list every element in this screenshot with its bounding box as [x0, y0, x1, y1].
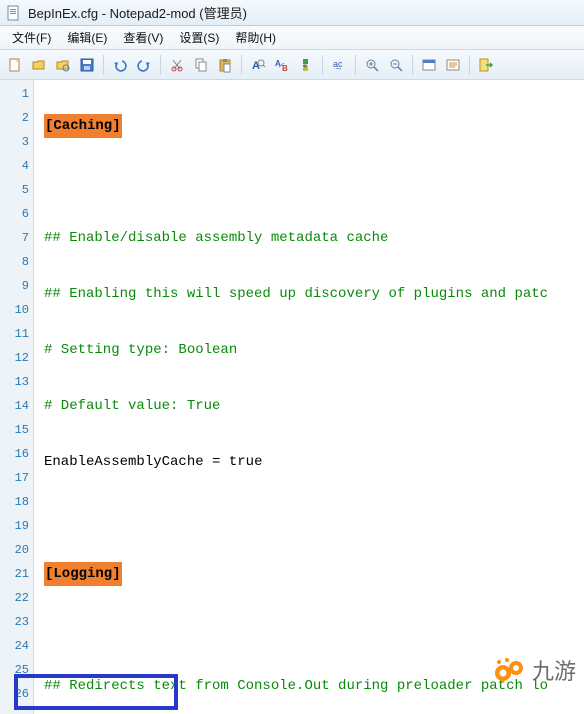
copy-icon[interactable]: [190, 54, 212, 76]
line-number: 3: [0, 130, 33, 154]
line-number: 7: [0, 226, 33, 250]
watermark-text: 九游: [532, 654, 576, 686]
toolbar-separator: [103, 55, 104, 75]
find-icon[interactable]: A: [247, 54, 269, 76]
menu-settings[interactable]: 设置(S): [171, 26, 227, 49]
line-number: 24: [0, 634, 33, 658]
line-number: 11: [0, 322, 33, 346]
save-icon[interactable]: [76, 54, 98, 76]
line-number: 21: [0, 562, 33, 586]
zoom-in-icon[interactable]: [361, 54, 383, 76]
ini-value: true: [229, 454, 263, 470]
line-number: 22: [0, 586, 33, 610]
line-number: 9: [0, 274, 33, 298]
line-number: 16: [0, 442, 33, 466]
line-number: 25: [0, 658, 33, 682]
line-number: 18: [0, 490, 33, 514]
toolbar-separator: [469, 55, 470, 75]
new-file-icon[interactable]: [4, 54, 26, 76]
toolbar-separator: [160, 55, 161, 75]
ini-op: =: [204, 454, 229, 470]
section-header: [Caching]: [44, 114, 122, 138]
code-line[interactable]: ## Enable/disable assembly metadata cach…: [44, 226, 584, 250]
toolbar-separator: [241, 55, 242, 75]
app-icon: [6, 5, 22, 21]
code-line[interactable]: [Caching]: [44, 114, 584, 138]
cut-icon[interactable]: [166, 54, 188, 76]
exit-icon[interactable]: [475, 54, 497, 76]
line-number: 13: [0, 370, 33, 394]
window-title: BepInEx.cfg - Notepad2-mod (管理员): [28, 3, 247, 22]
comment: # Default value: True: [44, 398, 220, 414]
code-line[interactable]: ## Enabling this will speed up discovery…: [44, 282, 584, 306]
line-number: 4: [0, 154, 33, 178]
line-number: 14: [0, 394, 33, 418]
menubar: 文件(F) 编辑(E) 查看(V) 设置(S) 帮助(H): [0, 26, 584, 50]
line-number: 8: [0, 250, 33, 274]
comment: # Setting type: Boolean: [44, 342, 237, 358]
watermark-logo-icon: [492, 656, 526, 684]
comment: ## Enabling this will speed up discovery…: [44, 286, 548, 302]
replace-icon[interactable]: AB: [271, 54, 293, 76]
editor[interactable]: 1 2 3 4 5 6 7 8 9 10 11 12 13 14 15 16 1…: [0, 80, 584, 714]
line-number-gutter: 1 2 3 4 5 6 7 8 9 10 11 12 13 14 15 16 1…: [0, 80, 34, 714]
window-titlebar: BepInEx.cfg - Notepad2-mod (管理员): [0, 0, 584, 26]
line-number: 5: [0, 178, 33, 202]
comment: ## Enable/disable assembly metadata cach…: [44, 230, 388, 246]
browse-icon[interactable]: [52, 54, 74, 76]
ini-key: EnableAssemblyCache: [44, 454, 204, 470]
line-number: 10: [0, 298, 33, 322]
scheme-icon[interactable]: [418, 54, 440, 76]
code-line[interactable]: EnableAssemblyCache = true: [44, 450, 584, 474]
code-line[interactable]: [44, 170, 584, 194]
code-line[interactable]: # Default value: True: [44, 394, 584, 418]
comment: ## Redirects text from Console.Out durin…: [44, 678, 548, 694]
wordwrap-icon[interactable]: a͢c: [328, 54, 350, 76]
paste-icon[interactable]: [214, 54, 236, 76]
undo-icon[interactable]: [109, 54, 131, 76]
code-line[interactable]: [44, 618, 584, 642]
redo-icon[interactable]: [133, 54, 155, 76]
line-number: 1: [0, 82, 33, 106]
open-file-icon[interactable]: [28, 54, 50, 76]
menu-view[interactable]: 查看(V): [115, 26, 171, 49]
toolbar: A AB a͢c: [0, 50, 584, 80]
toolbar-separator: [412, 55, 413, 75]
code-line[interactable]: [Logging]: [44, 562, 584, 586]
svg-text:B: B: [282, 64, 288, 73]
line-number: 19: [0, 514, 33, 538]
code-line[interactable]: # Setting type: Boolean: [44, 338, 584, 362]
line-number: 12: [0, 346, 33, 370]
toolbar-separator: [355, 55, 356, 75]
svg-text:a͢c: a͢c: [333, 59, 343, 70]
watermark: 九游: [492, 654, 576, 686]
goto-icon[interactable]: [295, 54, 317, 76]
line-number: 23: [0, 610, 33, 634]
line-number: 26: [0, 682, 33, 706]
code-area[interactable]: [Caching] ## Enable/disable assembly met…: [34, 80, 584, 714]
menu-edit[interactable]: 编辑(E): [59, 26, 115, 49]
line-number: 6: [0, 202, 33, 226]
line-number: 20: [0, 538, 33, 562]
line-number: 2: [0, 106, 33, 130]
zoom-out-icon[interactable]: [385, 54, 407, 76]
config-icon[interactable]: [442, 54, 464, 76]
menu-file[interactable]: 文件(F): [4, 26, 59, 49]
line-number: 17: [0, 466, 33, 490]
menu-help[interactable]: 帮助(H): [227, 26, 284, 49]
code-line[interactable]: [44, 506, 584, 530]
line-number: 15: [0, 418, 33, 442]
toolbar-separator: [322, 55, 323, 75]
section-header: [Logging]: [44, 562, 122, 586]
